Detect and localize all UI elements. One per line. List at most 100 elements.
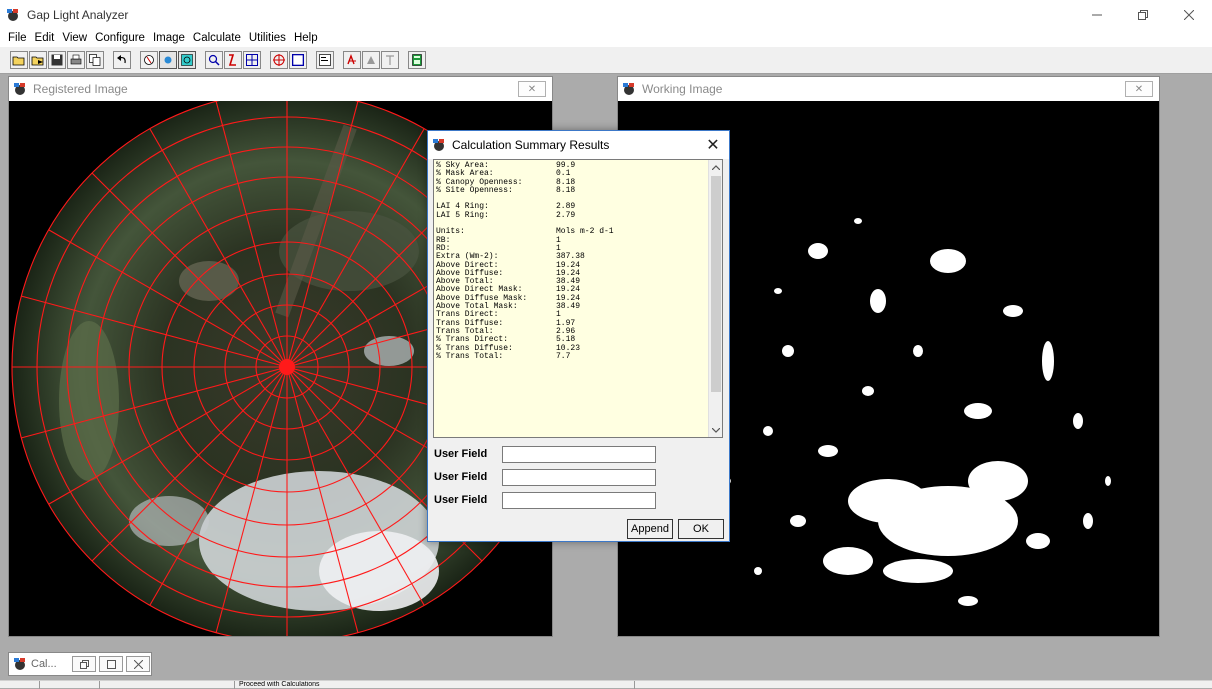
minimize-icon — [1092, 14, 1102, 16]
result-value: 7.7 — [556, 351, 571, 361]
threshold-button[interactable] — [224, 51, 242, 69]
user-field-input-3[interactable] — [502, 491, 656, 509]
restore-icon — [79, 659, 89, 669]
circle-button[interactable] — [159, 51, 177, 69]
text-button[interactable] — [381, 51, 399, 69]
window-title: Working Image — [642, 82, 723, 96]
dialog-titlebar[interactable]: Calculation Summary Results ✕ — [428, 131, 729, 159]
circle-icon — [164, 56, 172, 64]
menu-configure[interactable]: Configure — [91, 32, 149, 44]
user-field-label: User Field — [434, 471, 488, 483]
result-label: LAI 5 Ring: — [436, 210, 489, 220]
undo-icon — [117, 55, 126, 64]
window-icon — [14, 658, 25, 670]
result-value: 0.1 — [556, 169, 571, 179]
result-value: 2.96 — [556, 326, 576, 336]
maximize-button[interactable] — [99, 656, 123, 672]
results-scrollbar[interactable] — [708, 160, 722, 437]
menu-view[interactable]: View — [58, 32, 91, 44]
menu-help[interactable]: Help — [290, 32, 322, 44]
result-value: 1 — [556, 235, 561, 245]
fullscreen-button[interactable] — [289, 51, 307, 69]
print-icon — [70, 54, 82, 65]
undo-button[interactable] — [113, 51, 131, 69]
run-button[interactable] — [343, 51, 361, 69]
scroll-down-button[interactable] — [709, 423, 722, 437]
close-icon — [1184, 10, 1194, 20]
dialog-icon — [433, 139, 444, 151]
sky-region-button[interactable] — [270, 51, 288, 69]
window-title: Registered Image — [33, 82, 128, 96]
window-icon — [14, 83, 25, 95]
title-bar: Gap Light Analyzer — [0, 0, 1212, 30]
close-button[interactable]: ✕ — [518, 81, 546, 97]
result-value: 38.49 — [556, 302, 581, 312]
open-image-icon — [31, 56, 44, 66]
save-button[interactable] — [48, 51, 66, 69]
working-image-titlebar[interactable]: Working Image ✕ — [618, 77, 1159, 101]
open-button[interactable] — [10, 51, 28, 69]
menu-edit[interactable]: Edit — [31, 32, 59, 44]
result-label: Units: — [436, 227, 465, 237]
registered-image-titlebar[interactable]: Registered Image ✕ — [9, 77, 552, 101]
calculator-button[interactable] — [408, 51, 426, 69]
properties-icon — [319, 54, 331, 66]
restore-button[interactable] — [72, 656, 96, 672]
close-button[interactable]: ✕ — [1125, 81, 1153, 97]
menu-image[interactable]: Image — [149, 32, 189, 44]
calculation-summary-dialog[interactable]: Calculation Summary Results ✕ % Sky Area… — [427, 130, 730, 542]
properties-button[interactable] — [316, 51, 334, 69]
calculator-icon — [412, 54, 422, 66]
results-textbox[interactable]: % Sky Area: 99.9% Mask Area: 0.1% Canopy O… — [433, 159, 723, 438]
hand-button[interactable] — [140, 51, 158, 69]
result-row: Units: Mols m-2 d-1 — [436, 227, 710, 237]
restore-button[interactable] — [1120, 0, 1166, 30]
user-field-label: User Field — [434, 494, 488, 506]
result-value: 1 — [556, 310, 561, 320]
window-icon — [623, 83, 634, 95]
print-button[interactable] — [67, 51, 85, 69]
menu-calculate[interactable]: Calculate — [189, 32, 245, 44]
menu-bar: File Edit View Configure Image Calculate… — [0, 30, 1212, 46]
app-title: Gap Light Analyzer — [27, 8, 129, 22]
minimized-window[interactable]: Cal... — [8, 652, 152, 676]
result-value: 1.97 — [556, 318, 576, 328]
grid-button[interactable] — [243, 51, 261, 69]
ok-button[interactable]: OK — [678, 519, 724, 539]
run-icon — [347, 54, 356, 65]
result-value: 8.18 — [556, 185, 576, 195]
user-field-input-2[interactable] — [502, 468, 656, 486]
threshold-icon — [228, 54, 236, 66]
menu-utilities[interactable]: Utilities — [245, 32, 290, 44]
open-image-button[interactable] — [29, 51, 47, 69]
close-button[interactable] — [126, 656, 150, 672]
user-field-input-1[interactable] — [502, 445, 656, 463]
grid-icon — [246, 54, 258, 66]
user-field-row-2: User Field — [434, 467, 656, 487]
copy-button[interactable] — [86, 51, 104, 69]
result-value: 2.79 — [556, 210, 576, 220]
chevron-down-icon — [712, 427, 720, 433]
menu-file[interactable]: File — [4, 32, 31, 44]
app-window: Gap Light Analyzer File Edit View Config… — [0, 0, 1212, 689]
close-icon — [133, 659, 143, 669]
close-icon: ✕ — [1134, 83, 1144, 95]
result-label: % Site Openness: — [436, 185, 513, 195]
dialog-close-button[interactable]: ✕ — [703, 135, 723, 155]
text-icon — [386, 55, 394, 65]
scroll-thumb[interactable] — [711, 176, 721, 392]
result-value: 99.9 — [556, 161, 576, 170]
zoom-button[interactable] — [205, 51, 223, 69]
fullscreen-icon — [292, 54, 304, 66]
mask-button[interactable] — [362, 51, 380, 69]
zoom-icon — [208, 54, 220, 66]
append-button[interactable]: Append — [627, 519, 673, 539]
mask-icon — [367, 56, 375, 64]
scroll-up-button[interactable] — [709, 160, 722, 174]
close-button[interactable] — [1166, 0, 1212, 30]
result-row: LAI 5 Ring: 2.79 — [436, 210, 710, 220]
result-value: Mols m-2 d-1 — [556, 227, 614, 237]
minimize-button[interactable] — [1074, 0, 1120, 30]
copy-icon — [89, 54, 101, 66]
register-button[interactable] — [178, 51, 196, 69]
